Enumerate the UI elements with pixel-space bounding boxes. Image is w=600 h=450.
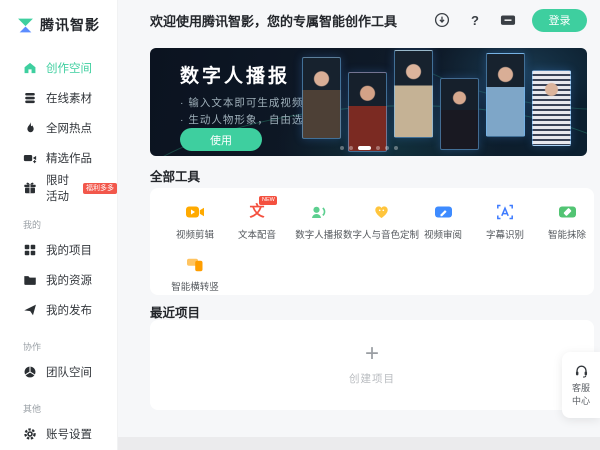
- create-project-button[interactable]: + 创建项目: [349, 344, 395, 386]
- sidebar-item-creation-space[interactable]: 创作空间: [0, 53, 117, 83]
- tool-digital-human[interactable]: 数字人播报: [288, 202, 350, 241]
- carousel-dots: [340, 146, 398, 150]
- sidebar-item-online-materials[interactable]: 在线素材: [0, 83, 117, 113]
- home-icon: [23, 61, 37, 75]
- banner-subtitle-2: 生动人物形象，自由选择: [180, 112, 315, 127]
- hourglass-logo-icon: [17, 17, 34, 34]
- sidebar-section-collab: 协作: [0, 325, 117, 357]
- sidebar-item-trending[interactable]: 全网热点: [0, 113, 117, 143]
- carousel-dot[interactable]: [340, 146, 344, 150]
- sidebar-item-label: 账号设置: [46, 426, 92, 442]
- customer-service-label: 客服中心: [572, 382, 590, 406]
- account-settings-icon: [23, 427, 37, 441]
- event-badge: 福利多多: [83, 183, 117, 194]
- video-edit-icon: [185, 202, 205, 220]
- smart-erase-icon: [558, 202, 577, 220]
- featured-works-icon: [23, 151, 37, 165]
- sidebar-item-label: 创作空间: [46, 60, 92, 76]
- carousel-dot-active[interactable]: [358, 146, 371, 150]
- sidebar-item-label: 我的发布: [46, 302, 92, 318]
- headset-icon: [574, 363, 589, 378]
- tool-smart-erase[interactable]: 智能抹除: [536, 202, 594, 241]
- hero-banner: 数字人播报 输入文本即可生成视频 生动人物形象，自由选择 使用: [150, 48, 587, 156]
- carousel-dot[interactable]: [394, 146, 398, 150]
- tool-text-dub[interactable]: 文 NEW 文本配音: [226, 202, 288, 241]
- digital-human-icon: [310, 202, 328, 220]
- sidebar: 腾讯智影 创作空间 在线素材 全网热点: [0, 0, 118, 450]
- sidebar-item-label: 限时活动: [46, 172, 72, 204]
- sidebar-item-label: 在线素材: [46, 90, 92, 106]
- sidebar-item-my-publish[interactable]: 我的发布: [0, 295, 117, 325]
- sidebar-item-label: 全网热点: [46, 120, 92, 136]
- trending-icon: [23, 121, 37, 135]
- sidebar-item-label: 我的资源: [46, 272, 92, 288]
- team-space-icon: [23, 365, 37, 379]
- topbar-icons: ?: [434, 12, 516, 28]
- recent-projects-card: + 创建项目: [150, 320, 594, 410]
- plus-icon: +: [365, 344, 379, 364]
- brand-name: 腾讯智影: [40, 15, 100, 35]
- voice-custom-icon: [373, 202, 390, 220]
- event-gift-icon: [23, 181, 37, 195]
- video-review-icon: [434, 202, 453, 220]
- customer-service-widget[interactable]: 客服中心: [562, 352, 600, 418]
- digital-human-portrait: [302, 57, 341, 139]
- main-content: 欢迎使用腾讯智影，您的专属智能创作工具 ? 登录 数字人播报 输入文本即可生成视…: [118, 0, 600, 450]
- client-download-icon[interactable]: [434, 12, 450, 28]
- digital-human-portraits: [302, 48, 571, 156]
- digital-human-portrait: [440, 78, 479, 150]
- banner-use-button[interactable]: 使用: [180, 128, 262, 151]
- topbar: 欢迎使用腾讯智影，您的专属智能创作工具 ? 登录: [118, 0, 600, 40]
- feedback-icon[interactable]: [500, 12, 516, 28]
- digital-human-portrait: [348, 72, 387, 152]
- sidebar-nav: 创作空间 在线素材 全网热点 精选作品: [0, 35, 117, 449]
- carousel-dot[interactable]: [349, 146, 353, 150]
- tool-video-edit[interactable]: 视频剪辑: [164, 202, 226, 241]
- sidebar-item-featured-works[interactable]: 精选作品: [0, 143, 117, 173]
- sidebar-item-label: 团队空间: [46, 364, 92, 380]
- tool-video-review[interactable]: 视频审阅: [412, 202, 474, 241]
- tool-voice-custom[interactable]: 数字人与音色定制: [350, 202, 412, 241]
- sidebar-item-my-resources[interactable]: 我的资源: [0, 265, 117, 295]
- digital-human-portrait: [394, 50, 433, 138]
- tools-section-title: 全部工具: [150, 166, 200, 185]
- app-window: 腾讯智影 创作空间 在线素材 全网热点: [0, 0, 600, 450]
- sidebar-item-label: 我的项目: [46, 242, 92, 258]
- new-badge: NEW: [259, 196, 277, 205]
- digital-human-portrait: [486, 53, 525, 137]
- welcome-title: 欢迎使用腾讯智影，您的专属智能创作工具: [150, 11, 434, 30]
- tools-card: 视频剪辑 文 NEW 文本配音 数字人播报: [150, 188, 594, 295]
- tool-subtitle-recognition[interactable]: 字幕识别: [474, 202, 536, 241]
- sidebar-item-limited-event[interactable]: 限时活动 福利多多: [0, 173, 117, 203]
- tool-horizontal-to-vertical[interactable]: 智能横转竖: [164, 254, 226, 293]
- sidebar-item-my-projects[interactable]: 我的项目: [0, 235, 117, 265]
- my-resources-icon: [23, 273, 37, 287]
- banner-title: 数字人播报: [180, 61, 290, 88]
- recent-section-title: 最近项目: [150, 302, 200, 321]
- my-publish-icon: [23, 303, 37, 317]
- sidebar-section-mine: 我的: [0, 203, 117, 235]
- carousel-dot[interactable]: [376, 146, 380, 150]
- subtitle-recognition-icon: [496, 202, 514, 220]
- sidebar-item-account-settings[interactable]: 账号设置: [0, 419, 117, 449]
- sidebar-section-other: 其他: [0, 387, 117, 419]
- brand-logo: 腾讯智影: [0, 0, 117, 35]
- sidebar-item-team-space[interactable]: 团队空间: [0, 357, 117, 387]
- my-projects-icon: [23, 243, 37, 257]
- materials-icon: [23, 91, 37, 105]
- text-dub-icon: 文 NEW: [249, 202, 264, 220]
- tools-grid: 视频剪辑 文 NEW 文本配音 数字人播报: [164, 202, 594, 293]
- banner-subtitle-1: 输入文本即可生成视频: [180, 95, 303, 110]
- carousel-dot[interactable]: [385, 146, 389, 150]
- footer-strip: [118, 437, 600, 450]
- login-button[interactable]: 登录: [532, 9, 587, 32]
- help-icon[interactable]: ?: [467, 12, 483, 28]
- sidebar-item-label: 精选作品: [46, 150, 92, 166]
- digital-human-portrait: [532, 70, 571, 146]
- horizontal-to-vertical-icon: [186, 254, 204, 272]
